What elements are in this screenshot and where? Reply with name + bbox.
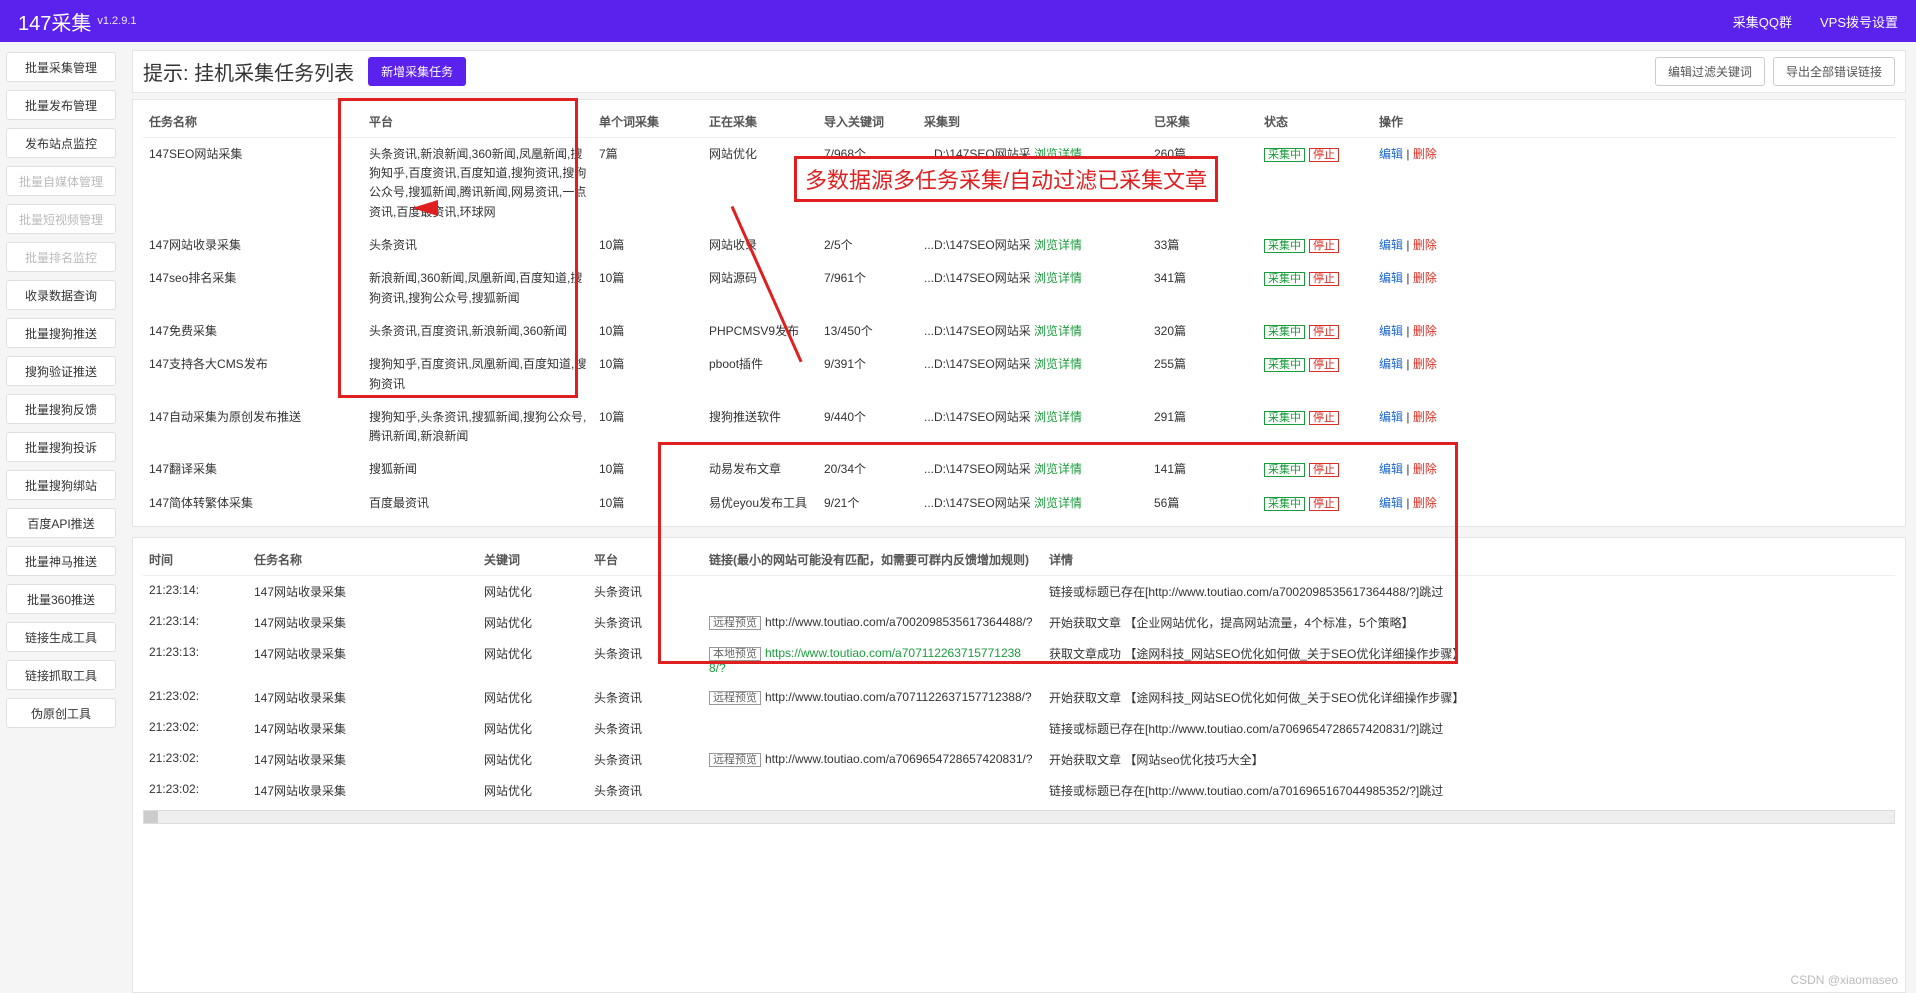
preview-tag[interactable]: 本地预览: [709, 647, 761, 661]
watermark: CSDN @xiaomaseo: [1790, 973, 1898, 987]
task-row: 147简体转繁体采集百度最资讯10篇易优eyou发布工具9/21个...D:\1…: [143, 487, 1895, 521]
stop-button[interactable]: 停止: [1309, 239, 1339, 253]
delete-link[interactable]: 删除: [1413, 238, 1437, 252]
view-detail-link[interactable]: 浏览详情: [1034, 238, 1082, 252]
new-task-button[interactable]: 新增采集任务: [368, 57, 466, 86]
delete-link[interactable]: 删除: [1413, 496, 1437, 510]
task-row: 147翻译采集搜狐新闻10篇动易发布文章20/34个...D:\147SEO网站…: [143, 453, 1895, 487]
log-link[interactable]: http://www.toutiao.com/a7002098535617364…: [765, 615, 1033, 629]
sidebar-item-10[interactable]: 批量搜狗投诉: [6, 432, 116, 462]
app-header: 147采集 v1.2.9.1 采集QQ群 VPS拨号设置: [0, 0, 1916, 42]
sidebar-item-15[interactable]: 链接生成工具: [6, 622, 116, 652]
status-badge: 采集中: [1264, 148, 1305, 162]
edit-link[interactable]: 编辑: [1379, 147, 1403, 161]
log-link[interactable]: http://www.toutiao.com/a7071122637157712…: [765, 690, 1032, 704]
task-table-panel: 任务名称平台单个词采集正在采集导入关键词采集到已采集状态操作 147SEO网站采…: [132, 99, 1906, 527]
stop-button[interactable]: 停止: [1309, 463, 1339, 477]
delete-link[interactable]: 删除: [1413, 357, 1437, 371]
view-detail-link[interactable]: 浏览详情: [1034, 271, 1082, 285]
preview-tag[interactable]: 远程预览: [709, 616, 761, 630]
preview-tag[interactable]: 远程预览: [709, 753, 761, 767]
link-qq-group[interactable]: 采集QQ群: [1733, 12, 1792, 31]
status-badge: 采集中: [1264, 325, 1305, 339]
log-table: 时间任务名称关键词平台链接(最小的网站可能没有匹配，如需要可群内反馈增加规则)详…: [143, 544, 1895, 806]
view-detail-link[interactable]: 浏览详情: [1034, 324, 1082, 338]
view-detail-link[interactable]: 浏览详情: [1034, 357, 1082, 371]
sidebar-item-13[interactable]: 批量神马推送: [6, 546, 116, 576]
link-vps-settings[interactable]: VPS拨号设置: [1820, 12, 1898, 31]
view-detail-link[interactable]: 浏览详情: [1034, 496, 1082, 510]
stop-button[interactable]: 停止: [1309, 358, 1339, 372]
view-detail-link[interactable]: 浏览详情: [1034, 462, 1082, 476]
delete-link[interactable]: 删除: [1413, 410, 1437, 424]
delete-link[interactable]: 删除: [1413, 271, 1437, 285]
log-row: 21:23:02:147网站收录采集网站优化头条资讯远程预览http://www…: [143, 682, 1895, 713]
stop-button[interactable]: 停止: [1309, 325, 1339, 339]
annotation-arrow-left: [412, 200, 438, 216]
status-badge: 采集中: [1264, 497, 1305, 511]
delete-link[interactable]: 删除: [1413, 147, 1437, 161]
task-row: 147免费采集头条资讯,百度资讯,新浪新闻,360新闻10篇PHPCMSV9发布…: [143, 315, 1895, 349]
sidebar-item-16[interactable]: 链接抓取工具: [6, 660, 116, 690]
log-row: 21:23:14:147网站收录采集网站优化头条资讯链接或标题已存在[http:…: [143, 576, 1895, 608]
task-row: 147网站收录采集头条资讯10篇网站收录2/5个...D:\147SEO网站采 …: [143, 229, 1895, 263]
task-row: 147SEO网站采集头条资讯,新浪新闻,360新闻,凤凰新闻,搜狗知乎,百度资讯…: [143, 138, 1895, 229]
sidebar-item-5: 批量排名监控: [6, 242, 116, 272]
sidebar-item-8[interactable]: 搜狗验证推送: [6, 356, 116, 386]
sidebar-item-1[interactable]: 批量发布管理: [6, 90, 116, 120]
delete-link[interactable]: 删除: [1413, 324, 1437, 338]
sidebar-item-3: 批量自媒体管理: [6, 166, 116, 196]
edit-link[interactable]: 编辑: [1379, 357, 1403, 371]
sidebar-item-9[interactable]: 批量搜狗反馈: [6, 394, 116, 424]
log-link[interactable]: http://www.toutiao.com/a7069654728657420…: [765, 752, 1033, 766]
sidebar-item-17[interactable]: 伪原创工具: [6, 698, 116, 728]
view-detail-link[interactable]: 浏览详情: [1034, 410, 1082, 424]
log-row: 21:23:02:147网站收录采集网站优化头条资讯链接或标题已存在[http:…: [143, 775, 1895, 806]
edit-link[interactable]: 编辑: [1379, 462, 1403, 476]
title-bar: 提示: 挂机采集任务列表 新增采集任务 编辑过滤关键词 导出全部错误链接: [132, 50, 1906, 93]
status-badge: 采集中: [1264, 411, 1305, 425]
edit-link[interactable]: 编辑: [1379, 496, 1403, 510]
sidebar-item-6[interactable]: 收录数据查询: [6, 280, 116, 310]
log-row: 21:23:14:147网站收录采集网站优化头条资讯远程预览http://www…: [143, 607, 1895, 638]
view-detail-link[interactable]: 浏览详情: [1034, 147, 1082, 161]
main-panel: 提示: 挂机采集任务列表 新增采集任务 编辑过滤关键词 导出全部错误链接 任务名…: [122, 42, 1916, 993]
task-row: 147seo排名采集新浪新闻,360新闻,凤凰新闻,百度知道,搜狗资讯,搜狗公众…: [143, 262, 1895, 314]
horizontal-scrollbar[interactable]: [143, 810, 1895, 824]
status-badge: 采集中: [1264, 239, 1305, 253]
preview-tag[interactable]: 远程预览: [709, 691, 761, 705]
log-row: 21:23:02:147网站收录采集网站优化头条资讯链接或标题已存在[http:…: [143, 713, 1895, 744]
stop-button[interactable]: 停止: [1309, 148, 1339, 162]
hint-heading: 提示: 挂机采集任务列表: [143, 57, 354, 86]
sidebar-item-14[interactable]: 批量360推送: [6, 584, 116, 614]
task-row: 147自动采集为原创发布推送搜狗知乎,头条资讯,搜狐新闻,搜狗公众号,腾讯新闻,…: [143, 401, 1895, 453]
delete-link[interactable]: 删除: [1413, 462, 1437, 476]
stop-button[interactable]: 停止: [1309, 272, 1339, 286]
sidebar-item-2[interactable]: 发布站点监控: [6, 128, 116, 158]
sidebar-item-0[interactable]: 批量采集管理: [6, 52, 116, 82]
status-badge: 采集中: [1264, 272, 1305, 286]
log-row: 21:23:13:147网站收录采集网站优化头条资讯本地预览https://ww…: [143, 638, 1895, 682]
sidebar-item-11[interactable]: 批量搜狗绑站: [6, 470, 116, 500]
edit-filter-button[interactable]: 编辑过滤关键词: [1655, 57, 1765, 86]
stop-button[interactable]: 停止: [1309, 411, 1339, 425]
log-row: 21:23:02:147网站收录采集网站优化头条资讯远程预览http://www…: [143, 744, 1895, 775]
export-errors-button[interactable]: 导出全部错误链接: [1773, 57, 1895, 86]
task-row: 147支持各大CMS发布搜狗知乎,百度资讯,凤凰新闻,百度知道,搜狗资讯10篇p…: [143, 348, 1895, 400]
app-version: v1.2.9.1: [97, 15, 136, 27]
stop-button[interactable]: 停止: [1309, 497, 1339, 511]
sidebar-item-4: 批量短视频管理: [6, 204, 116, 234]
sidebar: 批量采集管理批量发布管理发布站点监控批量自媒体管理批量短视频管理批量排名监控收录…: [0, 42, 122, 993]
edit-link[interactable]: 编辑: [1379, 324, 1403, 338]
status-badge: 采集中: [1264, 463, 1305, 477]
app-title: 147采集: [18, 7, 91, 36]
status-badge: 采集中: [1264, 358, 1305, 372]
edit-link[interactable]: 编辑: [1379, 238, 1403, 252]
edit-link[interactable]: 编辑: [1379, 410, 1403, 424]
sidebar-item-12[interactable]: 百度API推送: [6, 508, 116, 538]
sidebar-item-7[interactable]: 批量搜狗推送: [6, 318, 116, 348]
edit-link[interactable]: 编辑: [1379, 271, 1403, 285]
task-table: 任务名称平台单个词采集正在采集导入关键词采集到已采集状态操作 147SEO网站采…: [143, 106, 1895, 520]
log-table-panel: 时间任务名称关键词平台链接(最小的网站可能没有匹配，如需要可群内反馈增加规则)详…: [132, 537, 1906, 993]
